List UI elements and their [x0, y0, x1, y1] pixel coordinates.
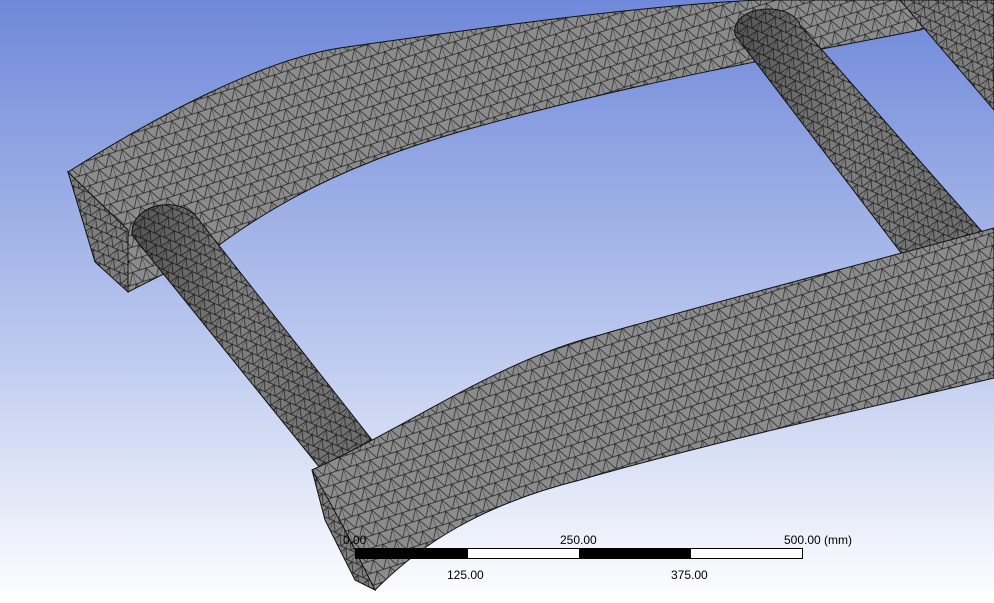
- meshed-frame-model[interactable]: [0, 0, 994, 603]
- scale-segment-2: [467, 549, 579, 558]
- scale-segment-3: [579, 549, 691, 558]
- scale-label-500: 500.00 (mm): [784, 533, 853, 547]
- graphics-viewport[interactable]: 0.00 250.00 500.00 (mm) 125.00 375.00: [0, 0, 994, 603]
- scale-bar: [355, 548, 803, 559]
- scale-label-125: 125.00: [447, 568, 484, 582]
- scale-label-375: 375.00: [671, 568, 708, 582]
- scale-label-0: 0.00: [343, 533, 367, 547]
- scale-label-250: 250.00: [560, 533, 597, 547]
- scale-segment-4: [690, 549, 802, 558]
- scale-segment-1: [356, 549, 468, 558]
